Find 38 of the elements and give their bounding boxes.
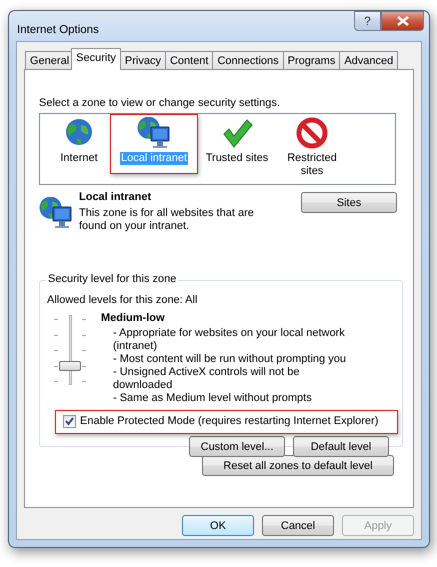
zone-item[interactable]: Restricted sites [276, 152, 348, 178]
slider-thumb[interactable] [59, 360, 81, 370]
level-button[interactable]: Custom level... [189, 436, 285, 457]
reset-zones-button[interactable]: Reset all zones to default level [202, 455, 394, 476]
checkmark-icon [221, 117, 253, 149]
help-button[interactable]: ? [354, 11, 381, 31]
sites-button[interactable]: Sites [301, 192, 397, 213]
level-description: - Appropriate for websites on your local network (intranet) [113, 327, 346, 353]
zone-description: This zone is for all websites that are found on your intranet. [79, 207, 255, 233]
level-description: - Same as Medium level without prompts [113, 392, 313, 405]
prohibited-icon [296, 117, 328, 149]
level-button[interactable]: Default level [293, 436, 389, 457]
dialog-button[interactable]: Cancel [262, 515, 334, 536]
globe-monitor-icon [137, 117, 171, 149]
allowed-levels: Allowed levels for this zone: All [47, 294, 198, 307]
tab[interactable]: Security [71, 48, 121, 70]
zone-item[interactable]: Internet [59, 152, 99, 165]
tab[interactable]: Content [164, 51, 214, 70]
security-slider[interactable] [54, 314, 87, 386]
tab[interactable]: Privacy [120, 51, 166, 70]
level-description: - Most content will be run without prompting you [113, 353, 347, 366]
close-icon [396, 16, 408, 26]
checkbox-label: Enable Protected Mode (requires restarting Internet Explorer) [80, 415, 378, 428]
dialog-button[interactable]: OK [182, 515, 254, 536]
checkmark-icon [65, 417, 74, 426]
zone-item[interactable]: Trusted sites [204, 152, 270, 165]
tab[interactable]: Programs [282, 51, 340, 70]
close-button[interactable] [381, 11, 424, 31]
tab[interactable]: Connections [212, 51, 284, 70]
zone-title: Local intranet [79, 191, 152, 204]
tab[interactable]: Advanced [339, 51, 398, 70]
level-name: Medium-low [101, 312, 166, 325]
globe-monitor-icon [39, 197, 73, 229]
checkbox[interactable] [63, 415, 76, 428]
window-title: Internet Options [17, 24, 99, 36]
level-description: - Unsigned ActiveX controls will not be downloaded [113, 366, 300, 392]
group-title: Security level for this zone [46, 273, 178, 285]
zone-prompt: Select a zone to view or change security settings. [39, 97, 281, 110]
